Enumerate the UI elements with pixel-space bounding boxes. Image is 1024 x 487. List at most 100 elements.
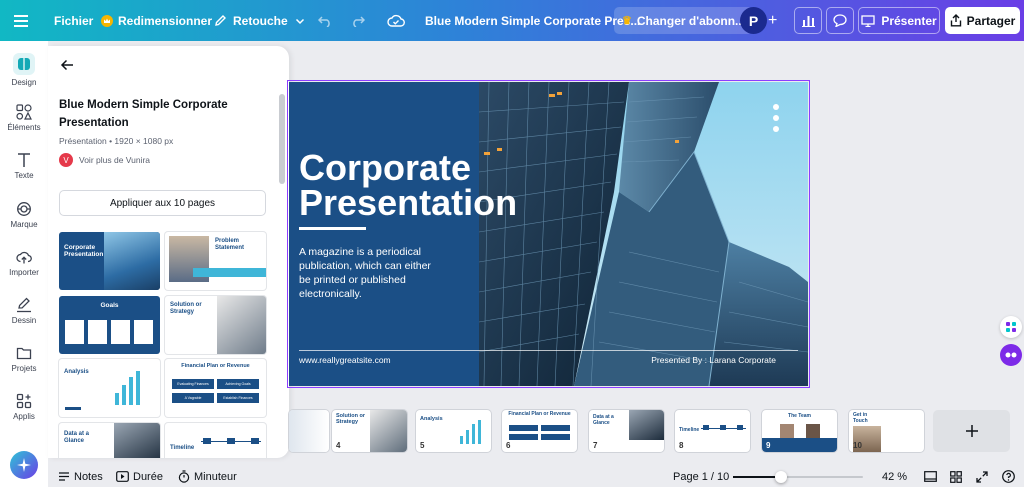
timer-button[interactable]: Minuteur [178,466,237,487]
building-photo[interactable] [479,82,808,386]
apply-all-pages-button[interactable]: Appliquer aux 10 pages [59,190,266,216]
template-page-6[interactable]: Financial Plan or Revenue Evaluating Fin… [165,359,266,417]
sidebar-item-label: Dessin [11,316,37,325]
share-icon [950,14,961,27]
template-page-1-title: Corporate Presentation [64,244,104,258]
template-page-3[interactable]: Goals [59,296,160,354]
comments-button[interactable] [826,7,854,34]
page-indicator[interactable]: Page 1 / 10 [673,466,729,487]
page-thumbnail[interactable]: Financial Plan or Revenue 6 [502,410,577,452]
file-menu-label: Fichier [54,13,94,28]
sidebar-item-draw[interactable]: Dessin [0,297,48,325]
present-button[interactable]: Présenter [858,7,940,34]
duration-button[interactable]: Durée [116,466,163,487]
template-page-7[interactable]: Data at a Glance [59,423,160,458]
upgrade-button[interactable]: ♛ Changer d'abonn... [614,7,754,34]
thumbnail-number: 10 [853,441,862,450]
template-details-panel: Blue Modern Simple Corporate Presentatio… [48,46,289,458]
text-icon [18,153,30,167]
template-page-4[interactable]: Solution or Strategy [165,296,266,354]
brand-icon [17,202,31,216]
slide-title[interactable]: Corporate Presentation [299,150,518,223]
resize-button[interactable]: Redimensionner [101,0,212,41]
sidebar-item-upload[interactable]: Importer [0,249,48,277]
draw-icon [17,297,31,313]
author-row[interactable]: V Voir plus de Vunira [59,153,150,167]
slide-footer-divider [299,350,798,351]
help-icon[interactable] [1002,466,1015,487]
page-indicator-label: Page 1 / 10 [673,470,730,483]
author-link[interactable]: Voir plus de Vunira [79,155,150,165]
plus-icon [965,425,978,437]
grid-view-icon[interactable] [950,466,962,487]
template-page-1[interactable]: Corporate Presentation [59,232,160,290]
analytics-button[interactable] [794,7,822,34]
page-thumbnail[interactable]: Data at a Glance 7 [589,410,664,452]
template-page-5[interactable]: Analysis [59,359,160,417]
title-underline [299,227,366,230]
file-menu-button[interactable]: Fichier [54,0,93,41]
pencil-icon [215,15,226,26]
sidebar-item-text[interactable]: Texte [0,152,48,180]
crown-icon: ♛ [622,15,632,27]
zoom-slider-thumb[interactable] [775,471,787,483]
sidebar-item-brand[interactable]: Marque [0,201,48,229]
redo-icon[interactable] [351,0,365,41]
edit-mode-button[interactable]: Retouche [214,0,305,41]
thumbnail-number: 9 [766,441,771,450]
sidebar-item-label: Projets [11,364,37,373]
slide-body-text[interactable]: A magazine is a periodical publication, … [299,245,474,301]
page-thumbnail[interactable]: The Team 9 [762,410,837,452]
slide-website[interactable]: www.reallygreatsite.com [299,355,391,365]
slide-body-line: A magazine is a periodical [299,246,421,258]
hamburger-menu-icon[interactable] [14,0,32,41]
slide-canvas[interactable]: Corporate Presentation A magazine is a p… [289,82,808,386]
slide-body-line: electronically. [299,288,362,300]
duration-label: Durée [133,470,163,483]
sidebar-item-apps[interactable]: Applis [0,393,48,421]
share-button[interactable]: Partager [945,7,1020,34]
page-thumbnail[interactable]: Timeline 8 [675,410,750,452]
undo-icon[interactable] [318,0,332,41]
zoom-slider[interactable] [733,466,863,487]
zoom-level[interactable]: 42 % [882,466,907,487]
page-thumbnails-strip: Solution or Strategy 4 Analysis 5 Financ… [289,410,1024,454]
template-title-line: Presentation [59,117,129,129]
thumbnail-title: Get in Touch [853,412,868,424]
collaborators-icon[interactable] [1000,316,1022,338]
add-page-button[interactable] [933,410,1010,452]
share-label: Partager [966,13,1016,28]
cloud-saved-icon[interactable] [387,0,405,41]
avatar[interactable]: P [740,7,767,34]
sidebar-item-elements[interactable]: Éléments [0,104,48,132]
template-page-8[interactable]: Timeline [165,423,266,458]
page-thumbnail[interactable]: Solution or Strategy 4 [332,410,407,452]
template-page-3-title: Goals [100,302,119,309]
sidebar-item-design[interactable]: Design [0,53,48,87]
page-thumbnail[interactable]: Analysis 5 [416,410,491,452]
template-page-5-title: Analysis [64,369,89,375]
chevron-down-icon [295,18,304,24]
top-toolbar: Fichier Redimensionner Retouche Blue Mod… [0,0,1024,41]
page-thumbnail-3[interactable] [289,410,329,452]
document-title[interactable]: Blue Modern Simple Corporate Pres... [425,0,640,41]
magic-assistant-button[interactable] [10,451,38,479]
slide-title-line: Presentation [299,182,518,223]
page-view-icon[interactable] [924,466,937,487]
bar-chart-icon [801,16,815,27]
panel-scrollbar[interactable] [279,94,285,184]
back-arrow-icon[interactable] [60,58,74,72]
folder-icon [16,347,32,360]
assistant-face-icon[interactable] [1000,344,1022,366]
add-collaborator-icon[interactable]: + [768,0,777,41]
apps-icon [16,393,32,409]
slide-presented-by[interactable]: Presented By : Larana Corporate [651,355,776,365]
page-thumbnail[interactable]: Get in Touch 10 [849,410,924,452]
template-title: Blue Modern Simple Corporate Presentatio… [59,96,259,132]
notes-button[interactable]: Notes [58,466,103,487]
fullscreen-icon[interactable] [976,466,988,487]
design-icon [13,53,35,75]
template-page-2[interactable]: Problem Statement [165,232,266,290]
template-page-6-cell: Evaluating Finances [172,379,214,389]
sidebar-item-projects[interactable]: Projets [0,345,48,373]
